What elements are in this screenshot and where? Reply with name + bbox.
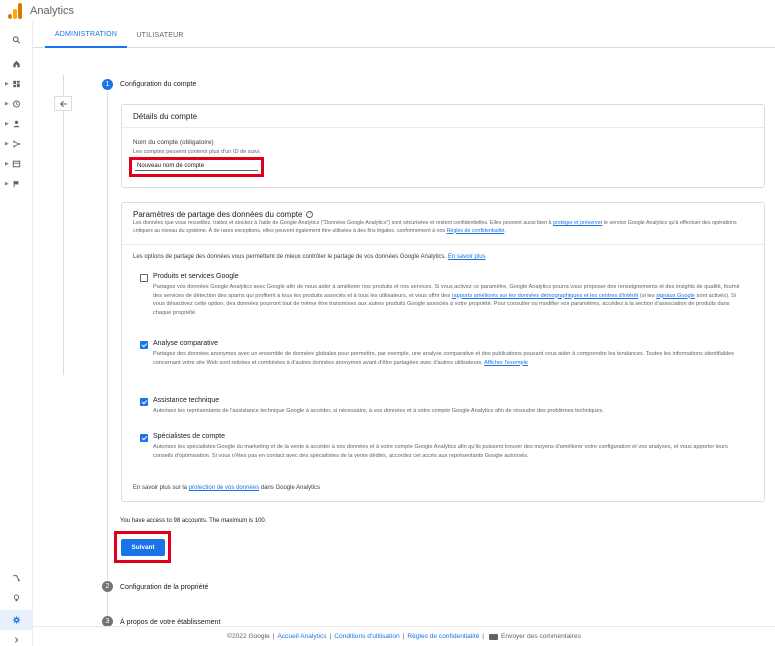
- gear-icon[interactable]: [0, 610, 33, 630]
- acquisition-icon[interactable]: ▶: [0, 134, 33, 154]
- account-specialists-desc: Autorisez les spécialistes Google du mar…: [153, 444, 728, 459]
- option-google-products: Produits et services Google Partagez vos…: [140, 273, 740, 323]
- back-button[interactable]: [54, 96, 72, 111]
- behavior-icon[interactable]: ▶: [0, 154, 33, 174]
- step-connector: [107, 92, 108, 580]
- google-products-desc: Partagez vos données Google Analytics av…: [153, 284, 740, 316]
- google-products-title: Produits et services Google: [153, 273, 239, 280]
- search-icon[interactable]: [0, 30, 33, 50]
- data-protection-note: En savoir plus sur la protection de vos …: [133, 485, 321, 491]
- account-specialists-title: Spécialistes de compte: [153, 433, 225, 440]
- analytics-home-link[interactable]: Accueil Analytics: [277, 633, 326, 640]
- divider: [122, 127, 764, 128]
- enhanced-reports-link[interactable]: rapports améliorés sur les données démog…: [452, 293, 639, 299]
- protect-link[interactable]: protéger et préserver: [553, 220, 602, 226]
- tab-administration[interactable]: ADMINISTRATION: [45, 22, 127, 48]
- lightbulb-icon[interactable]: [0, 588, 33, 608]
- copyright: ©2022 Google: [227, 633, 270, 640]
- next-button-highlight: Suivant: [114, 531, 171, 563]
- account-name-input[interactable]: Nouveau nom de compte: [135, 163, 258, 171]
- privacy-link[interactable]: Règles de confidentialité: [407, 633, 479, 640]
- feedback-link[interactable]: Envoyer des commentaires: [501, 633, 581, 640]
- accounts-limit-note: You have access to 98 accounts. The maxi…: [120, 518, 267, 524]
- tab-bar: ADMINISTRATION UTILISATEUR: [33, 22, 775, 48]
- arrow-left-icon: [59, 100, 67, 107]
- benchmarking-title: Analyse comparative: [153, 340, 218, 347]
- technical-support-desc: Autorisez les représentants de l'assista…: [153, 408, 604, 414]
- tab-utilisateur[interactable]: UTILISATEUR: [129, 22, 191, 48]
- data-protection-link[interactable]: protection de vos données: [189, 485, 259, 491]
- clock-icon[interactable]: ▶: [0, 94, 33, 114]
- terms-link[interactable]: Conditions d'utilisation: [334, 633, 399, 640]
- step-2-label[interactable]: Configuration de la propriété: [120, 584, 208, 591]
- step-rail: [63, 75, 64, 375]
- attribution-icon[interactable]: [0, 568, 33, 588]
- option-technical-support: Assistance technique Autorisez les repré…: [140, 397, 740, 417]
- dashboard-icon[interactable]: ▶: [0, 74, 33, 94]
- option-account-specialists: Spécialistes de compte Autorisez les spé…: [140, 433, 740, 473]
- sharing-options-intro: Les options de partage des données vous …: [133, 254, 486, 260]
- benchmarking-checkbox[interactable]: [140, 341, 148, 349]
- account-name-label: Nom du compte (obligatoire): [133, 139, 214, 146]
- technical-support-title: Assistance technique: [153, 397, 220, 404]
- footer: ©2022 Google | Accueil Analytics | Condi…: [33, 626, 775, 646]
- next-button[interactable]: Suivant: [121, 539, 165, 556]
- google-products-checkbox[interactable]: [140, 274, 148, 282]
- data-sharing-intro: Les données que vous recueillez, traitez…: [133, 220, 737, 234]
- expand-icon[interactable]: [0, 630, 33, 646]
- help-icon[interactable]: ?: [306, 211, 314, 218]
- account-details-title: Détails du compte: [133, 112, 198, 121]
- benchmarking-desc: Partagez des données anonymes avec un en…: [153, 351, 735, 366]
- account-name-highlight: Nouveau nom de compte: [129, 157, 264, 177]
- data-sharing-title: Paramètres de partage des données du com…: [133, 210, 303, 219]
- flag-icon[interactable]: ▶: [0, 174, 33, 194]
- learn-more-link[interactable]: En savoir plus: [448, 254, 486, 260]
- privacy-policy-link[interactable]: Règles de confidentialité: [447, 228, 505, 234]
- top-bar: Analytics: [0, 0, 775, 22]
- technical-support-checkbox[interactable]: [140, 398, 148, 406]
- account-name-hint: Les comptes peuvent contenir plus d'un I…: [133, 149, 261, 155]
- divider: [122, 244, 764, 245]
- step-connector: [107, 592, 108, 616]
- step-2-number: 2: [102, 581, 113, 592]
- account-specialists-checkbox[interactable]: [140, 434, 148, 442]
- feedback-icon: [488, 633, 498, 640]
- show-example-link[interactable]: Afficher l'exemple: [484, 360, 528, 366]
- home-icon[interactable]: [0, 54, 33, 74]
- person-icon[interactable]: ▶: [0, 114, 33, 134]
- step-1-number: 1: [102, 79, 113, 90]
- analytics-logo[interactable]: [8, 3, 22, 19]
- step-3-label[interactable]: À propos de votre établissement: [120, 619, 220, 626]
- sidebar: ▶ ▶ ▶ ▶ ▶ ▶: [0, 22, 33, 646]
- app-title: Analytics: [30, 5, 75, 17]
- google-signals-link[interactable]: signaux Google: [656, 293, 695, 299]
- option-benchmarking: Analyse comparative Partagez des données…: [140, 340, 740, 380]
- step-1-label[interactable]: Configuration du compte: [120, 81, 196, 88]
